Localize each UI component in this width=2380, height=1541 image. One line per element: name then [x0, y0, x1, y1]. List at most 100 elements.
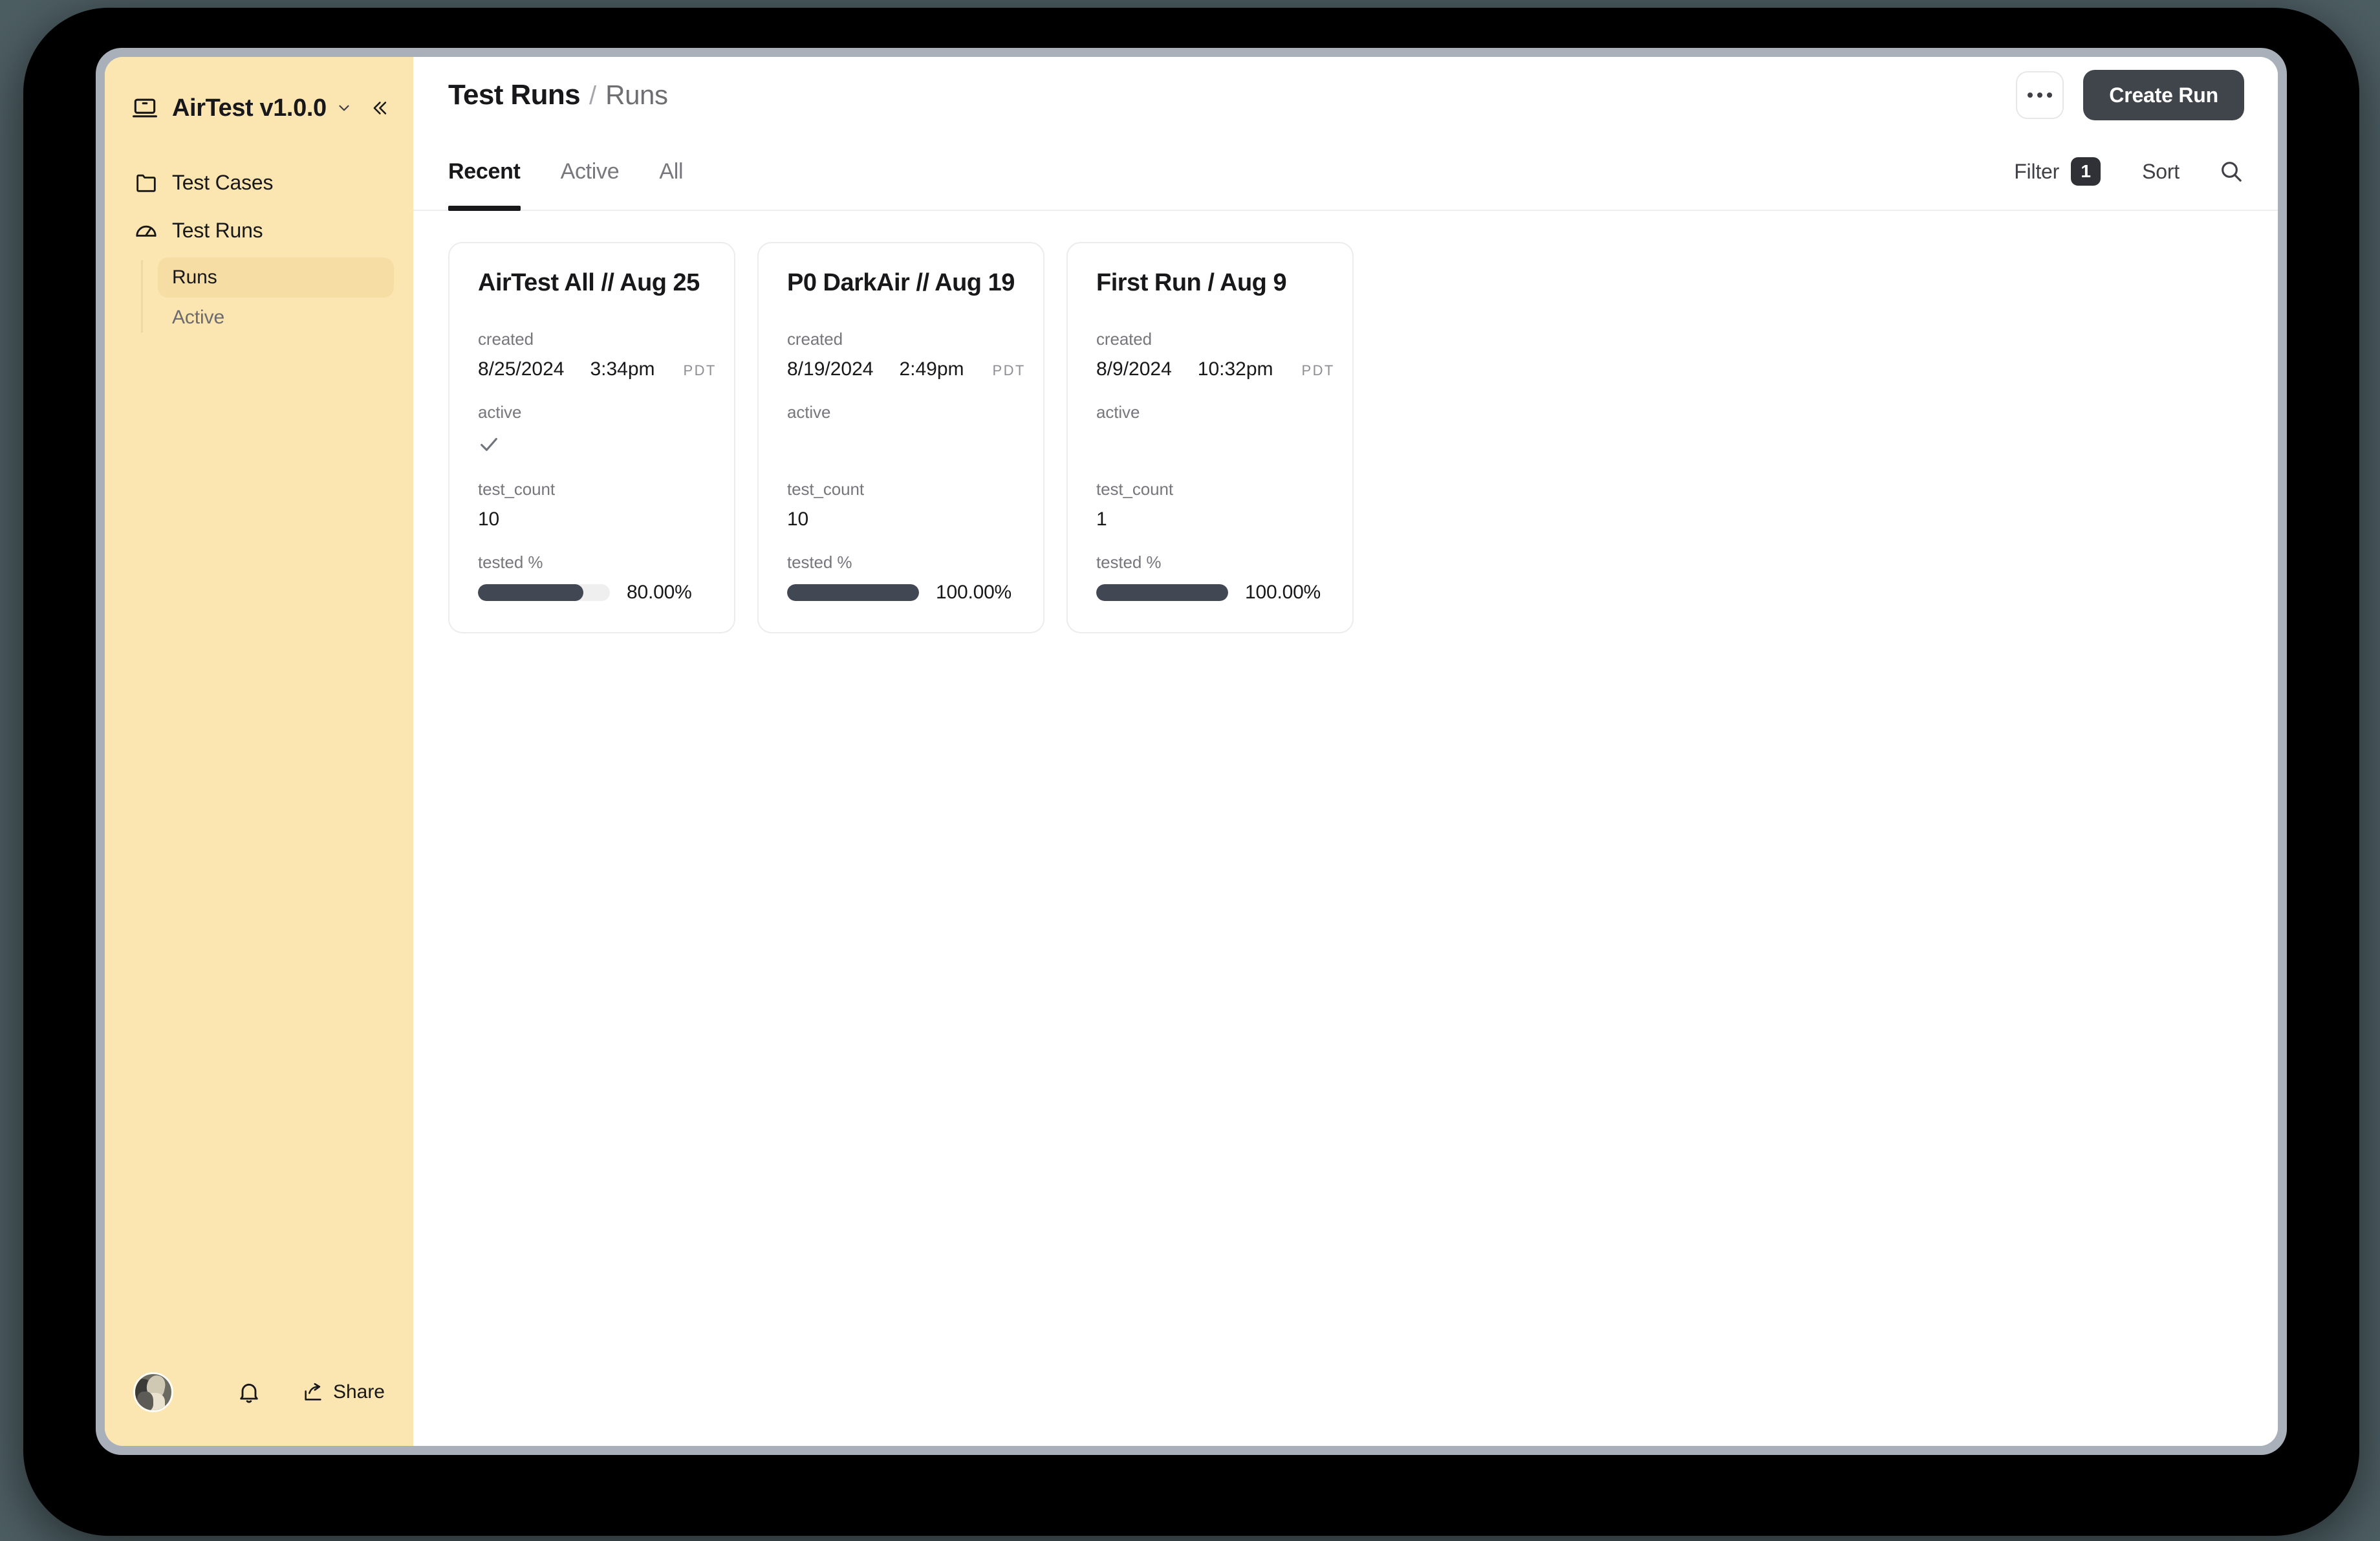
field-tested-pct: tested % 100.00% — [787, 552, 1015, 604]
progress-track — [787, 584, 919, 601]
created-date: 8/9/2024 — [1096, 358, 1172, 380]
tabs: Recent Active All — [448, 133, 723, 211]
filter-count-badge: 1 — [2071, 157, 2101, 186]
created-value: 8/19/2024 2:49pm PDT — [787, 358, 1024, 380]
sidebar-item-test-cases[interactable]: Test Cases — [124, 162, 394, 203]
created-timezone: PDT — [1301, 362, 1335, 378]
sidebar-nav: Test Cases Test Runs Runs Active — [105, 126, 413, 338]
field-test-count: test_count 10 — [478, 479, 706, 530]
field-label: tested % — [1096, 552, 1162, 572]
device-frame: AirTest v1.0.0 Test Cases Test Runs Runs… — [23, 8, 2359, 1536]
test-count-value: 10 — [478, 508, 499, 530]
gauge-icon — [136, 225, 157, 237]
run-card[interactable]: P0 DarkAir // Aug 19 created 8/19/2024 2… — [757, 242, 1044, 633]
tested-progress: 100.00% — [1096, 582, 1324, 604]
top-bar-actions: Create Run — [2016, 70, 2244, 120]
main-content: Test Runs / Runs Create Run Recent Activ… — [413, 57, 2278, 1446]
created-value: 8/25/2024 3:34pm PDT — [478, 358, 715, 380]
tab-active[interactable]: Active — [561, 133, 620, 210]
footer-actions: Share — [236, 1379, 385, 1405]
created-time: 10:32pm — [1197, 358, 1273, 380]
search-icon[interactable] — [2218, 158, 2244, 184]
field-label: test_count — [478, 479, 555, 499]
field-created: created 8/9/2024 10:32pm PDT — [1096, 329, 1333, 380]
run-card-title: First Run / Aug 9 — [1096, 269, 1287, 296]
tab-recent[interactable]: Recent — [448, 133, 521, 211]
created-date: 8/19/2024 — [787, 358, 874, 380]
tab-all[interactable]: All — [659, 133, 683, 210]
app-window: AirTest v1.0.0 Test Cases Test Runs Runs… — [105, 57, 2278, 1446]
run-card-title: AirTest All // Aug 25 — [478, 269, 700, 296]
tested-progress: 100.00% — [787, 582, 1015, 604]
avatar[interactable] — [133, 1372, 173, 1412]
progress-track — [478, 584, 610, 601]
sidebar-item-test-runs[interactable]: Test Runs — [124, 210, 394, 251]
sidebar-subitem-active[interactable]: Active — [158, 298, 394, 338]
create-run-button[interactable]: Create Run — [2083, 70, 2244, 120]
field-label: active — [1096, 402, 1140, 422]
created-time: 2:49pm — [899, 358, 964, 380]
run-card[interactable]: AirTest All // Aug 25 created 8/25/2024 … — [448, 242, 735, 633]
field-label: test_count — [1096, 479, 1173, 499]
folder-icon — [136, 174, 156, 192]
brand-name: AirTest v1.0.0 — [172, 94, 327, 122]
field-tested-pct: tested % 80.00% — [478, 552, 706, 604]
field-label: active — [787, 402, 831, 422]
top-bar: Test Runs / Runs Create Run — [413, 57, 2278, 133]
field-active: active — [1096, 402, 1324, 457]
active-value — [787, 432, 1015, 457]
check-icon — [481, 437, 497, 452]
share-button[interactable]: Share — [302, 1381, 385, 1403]
test-count-value: 10 — [787, 508, 808, 530]
tested-progress: 80.00% — [478, 582, 706, 604]
sidebar-item-label: Test Runs — [172, 218, 263, 242]
created-time: 3:34pm — [590, 358, 655, 380]
field-label: created — [478, 329, 534, 349]
created-timezone: PDT — [992, 362, 1026, 378]
collapse-sidebar-icon[interactable] — [368, 97, 390, 119]
share-icon — [305, 1383, 321, 1401]
filter-button[interactable]: Filter 1 — [2014, 157, 2101, 186]
field-label: active — [478, 402, 522, 422]
progress-label: 100.00% — [1245, 582, 1321, 603]
field-test-count: test_count 10 — [787, 479, 1015, 530]
breadcrumb-root[interactable]: Test Runs — [448, 79, 581, 111]
field-label: tested % — [478, 552, 543, 572]
progress-fill — [787, 584, 919, 601]
chevron-down-icon[interactable] — [336, 100, 352, 116]
progress-fill — [478, 584, 584, 601]
active-value — [478, 432, 706, 457]
active-value — [1096, 432, 1324, 457]
created-date: 8/25/2024 — [478, 358, 565, 380]
field-created: created 8/25/2024 3:34pm PDT — [478, 329, 715, 380]
run-card[interactable]: First Run / Aug 9 created 8/9/2024 10:32… — [1066, 242, 1354, 633]
field-label: test_count — [787, 479, 864, 499]
ellipsis-icon — [2028, 93, 2053, 98]
bell-icon[interactable] — [236, 1379, 262, 1405]
filter-label: Filter — [2014, 159, 2060, 183]
more-options-button[interactable] — [2016, 71, 2064, 119]
field-active: active — [478, 402, 706, 457]
sidebar-subitem-runs[interactable]: Runs — [158, 257, 394, 298]
sidebar-footer: Share — [105, 1368, 413, 1446]
field-test-count: test_count 1 — [1096, 479, 1324, 530]
field-label: created — [1096, 329, 1152, 349]
run-card-title: P0 DarkAir // Aug 19 — [787, 269, 1015, 296]
screen-bezel: AirTest v1.0.0 Test Cases Test Runs Runs… — [96, 48, 2287, 1455]
progress-label: 80.00% — [627, 582, 692, 603]
field-active: active — [787, 402, 1015, 457]
tab-tools: Filter 1 Sort — [2014, 157, 2244, 186]
sidebar: AirTest v1.0.0 Test Cases Test Runs Runs… — [105, 57, 413, 1446]
created-value: 8/9/2024 10:32pm PDT — [1096, 358, 1333, 380]
breadcrumb: Test Runs / Runs — [448, 79, 668, 111]
sidebar-item-label: Test Cases — [172, 170, 274, 194]
breadcrumb-current: Runs — [605, 80, 668, 110]
progress-fill — [1096, 584, 1228, 601]
laptop-icon — [133, 98, 157, 118]
breadcrumb-separator: / — [589, 82, 597, 110]
tab-bar: Recent Active All Filter 1 Sort — [413, 133, 2278, 211]
field-label: created — [787, 329, 843, 349]
sort-button[interactable]: Sort — [2142, 160, 2180, 184]
field-tested-pct: tested % 100.00% — [1096, 552, 1324, 604]
sidebar-header: AirTest v1.0.0 — [105, 57, 413, 126]
